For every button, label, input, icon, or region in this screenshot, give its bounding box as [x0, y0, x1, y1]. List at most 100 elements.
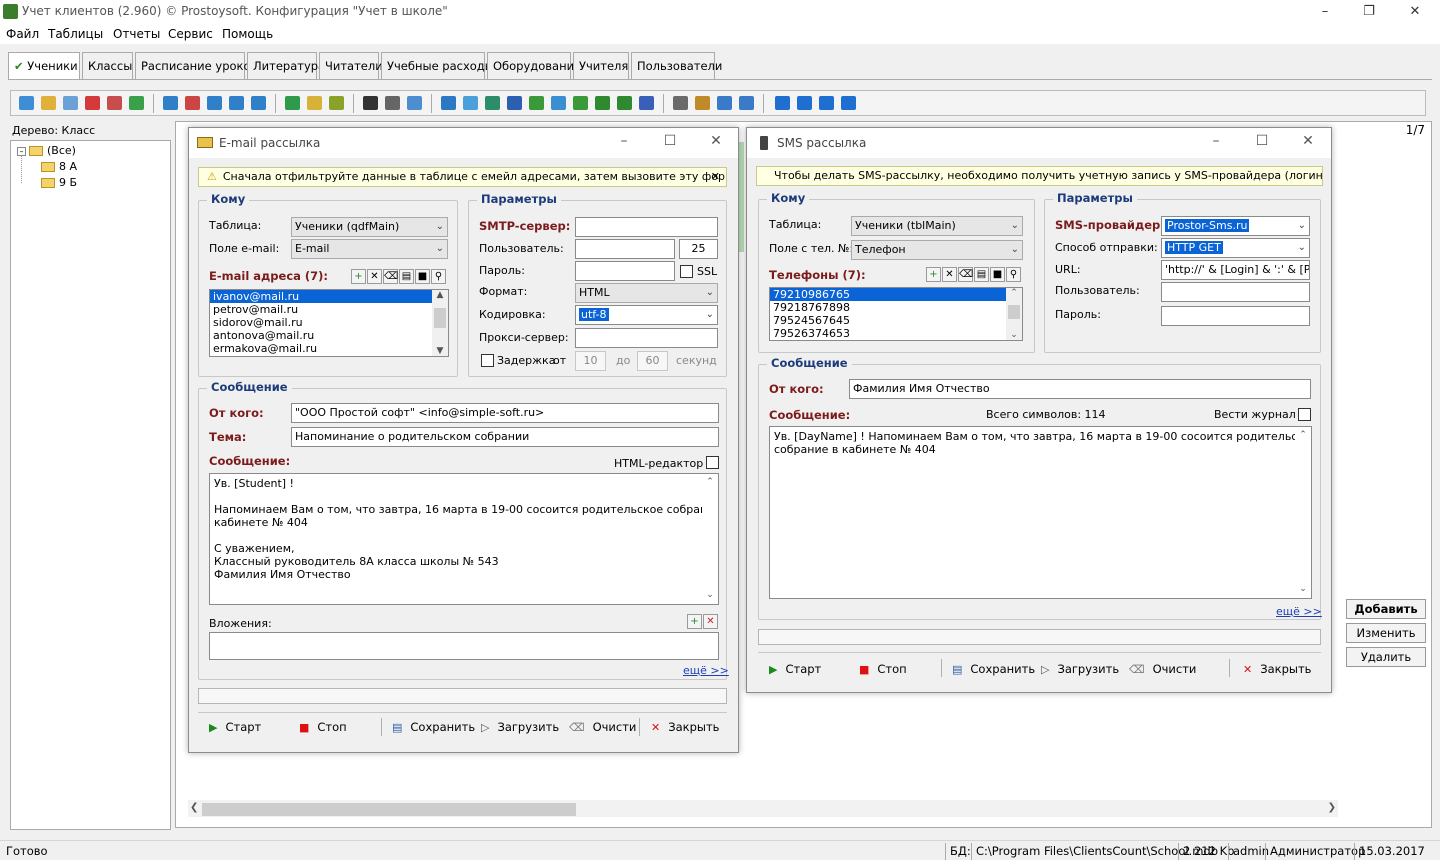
method-select[interactable]: HTTP GET ⌄ [1161, 238, 1310, 258]
maximize-icon[interactable]: ☐ [1247, 133, 1277, 149]
prev-record-icon[interactable] [797, 96, 812, 110]
open-icon[interactable]: ▤ [399, 269, 414, 284]
delete-button[interactable]: Удалить [1346, 647, 1426, 667]
sms-load-button[interactable]: ▷ Загрузить [1041, 662, 1119, 676]
filter-exclude-icon[interactable] [229, 96, 244, 110]
hint-close-icon[interactable]: ✕ [711, 168, 720, 186]
smtp-input[interactable] [575, 217, 718, 237]
list-scrollbar[interactable]: ⌃ ⌄ [1006, 288, 1022, 340]
menu-service[interactable]: Сервис [168, 27, 213, 41]
list-item[interactable]: ivanov@mail.ru [210, 290, 448, 303]
edit-button[interactable]: Изменить [1346, 623, 1426, 643]
table-settings-icon[interactable] [739, 96, 754, 110]
tab-schedule[interactable]: Расписание уроков [135, 52, 257, 79]
chevron-up-icon[interactable]: ▲ [432, 290, 448, 300]
sms-field-select[interactable]: Телефон ⌄ [851, 240, 1023, 260]
tree-node-8a[interactable]: 8 А [41, 160, 77, 173]
minimize-icon[interactable]: – [1201, 133, 1231, 149]
sql-icon[interactable] [329, 96, 344, 110]
sms-icon[interactable] [573, 96, 588, 110]
columns-icon[interactable] [717, 96, 732, 110]
tree-node-all[interactable]: – (Все) [17, 144, 76, 157]
textarea-scrollbar[interactable]: ⌃ ⌄ [1295, 427, 1311, 598]
close-icon[interactable]: ✕ [1293, 133, 1323, 149]
smtp-user-input[interactable] [575, 239, 675, 259]
remove-icon[interactable]: ✕ [367, 269, 382, 284]
email-save-button[interactable]: ▤ Сохранить [392, 720, 475, 734]
list-item[interactable]: 79526374653 [770, 327, 1022, 340]
sms-start-button[interactable]: ▶ Старт [769, 662, 821, 676]
word-icon[interactable] [507, 96, 522, 110]
filter-select-icon[interactable] [207, 96, 222, 110]
menu-reports[interactable]: Отчеты [113, 27, 160, 41]
chevron-down-icon[interactable]: ⌄ [1295, 583, 1311, 596]
chart-icon[interactable] [639, 96, 654, 110]
next-record-icon[interactable] [819, 96, 834, 110]
chevron-up-icon[interactable]: ⌃ [1295, 429, 1311, 442]
filter-clear-icon[interactable] [185, 96, 200, 110]
email-table-select[interactable]: Ученики (qdfMain) ⌄ [291, 217, 448, 237]
query-icon[interactable] [307, 96, 322, 110]
delete-icon[interactable] [85, 96, 100, 110]
save-icon[interactable]: ■ [415, 269, 430, 284]
chevron-up-icon[interactable]: ⌃ [702, 476, 718, 489]
scroll-right-icon[interactable]: ❯ [1328, 802, 1336, 813]
list-item[interactable]: sidorov@mail.ru [210, 316, 448, 329]
edit-icon[interactable] [41, 96, 56, 110]
close-icon[interactable]: ✕ [701, 133, 731, 149]
tab-equipment[interactable]: Оборудование [487, 52, 581, 79]
email-from-input[interactable]: "ООО Простой софт" <info@simple-soft.ru> [291, 403, 719, 423]
horizontal-scrollbar[interactable]: ❮ ❯ [188, 800, 1338, 817]
last-record-icon[interactable] [841, 96, 856, 110]
sms-stop-button[interactable]: ■ Стоп [859, 662, 907, 676]
scroll-left-icon[interactable]: ❮ [190, 802, 198, 813]
remove-icon[interactable]: ✕ [703, 614, 718, 629]
sms-clear-button[interactable]: ⌫ Очисти [1129, 662, 1196, 676]
save-icon[interactable]: ■ [990, 267, 1005, 282]
import-icon[interactable] [463, 96, 478, 110]
smtp-port-input[interactable]: 25 [679, 239, 718, 259]
delay-from-input[interactable]: 10 [575, 351, 606, 371]
chevron-down-icon[interactable]: ⌄ [702, 589, 718, 602]
email-body-textarea[interactable]: Ув. [Student] ! Напоминаем Вам о том, чт… [209, 473, 719, 605]
add-icon[interactable]: + [351, 269, 366, 284]
sms-password-input[interactable] [1161, 306, 1310, 326]
search-icon[interactable]: ⚲ [431, 269, 446, 284]
eraser-icon[interactable]: ⌫ [958, 267, 973, 282]
sms-from-input[interactable]: Фамилия Имя Отчество [849, 379, 1311, 399]
refresh-icon[interactable] [129, 96, 144, 110]
tab-students[interactable]: ✔ Ученики [8, 52, 80, 79]
minimize-icon[interactable]: – [609, 133, 639, 149]
find-icon[interactable] [363, 96, 378, 110]
tab-teachers[interactable]: Учителя [573, 52, 629, 79]
sms-log-checkbox[interactable] [1298, 408, 1311, 421]
copy-icon[interactable] [63, 96, 78, 110]
filter-saved-icon[interactable] [285, 96, 300, 110]
search-icon[interactable]: ⚲ [1006, 267, 1021, 282]
excel-icon[interactable] [485, 96, 500, 110]
list-item[interactable]: 79210986765 [770, 288, 1022, 301]
tab-expenses[interactable]: Учебные расходы [381, 52, 494, 79]
scroll-thumb[interactable] [1008, 305, 1020, 319]
encoding-select[interactable]: utf-8 ⌄ [575, 305, 718, 325]
sms-close-button[interactable]: ✕ Закрыть [1243, 662, 1311, 676]
html-editor-checkbox[interactable] [706, 456, 719, 469]
email-load-button[interactable]: ▷ Загрузить [481, 720, 559, 734]
filter-icon[interactable] [163, 96, 178, 110]
menu-file[interactable]: Файл [6, 27, 39, 41]
add-icon[interactable]: + [926, 267, 941, 282]
list-item[interactable]: ermakova@mail.ru [210, 342, 448, 355]
delete-all-icon[interactable] [107, 96, 122, 110]
add-button[interactable]: Добавить [1346, 599, 1426, 619]
tree-node-9b[interactable]: 9 Б [41, 176, 77, 189]
sort-asc-icon[interactable] [673, 96, 688, 110]
print-icon[interactable] [385, 96, 400, 110]
restore-icon[interactable]: ❐ [1346, 0, 1392, 24]
eraser-icon[interactable]: ⌫ [383, 269, 398, 284]
email-close-button[interactable]: ✕ Закрыть [651, 720, 719, 734]
tab-readers[interactable]: Читатели [319, 52, 383, 79]
sms-more-link[interactable]: ещё >> [1276, 605, 1322, 618]
format-select[interactable]: HTML ⌄ [575, 283, 718, 303]
sort-desc-icon[interactable] [695, 96, 710, 110]
email-clear-button[interactable]: ⌫ Очисти [569, 720, 636, 734]
